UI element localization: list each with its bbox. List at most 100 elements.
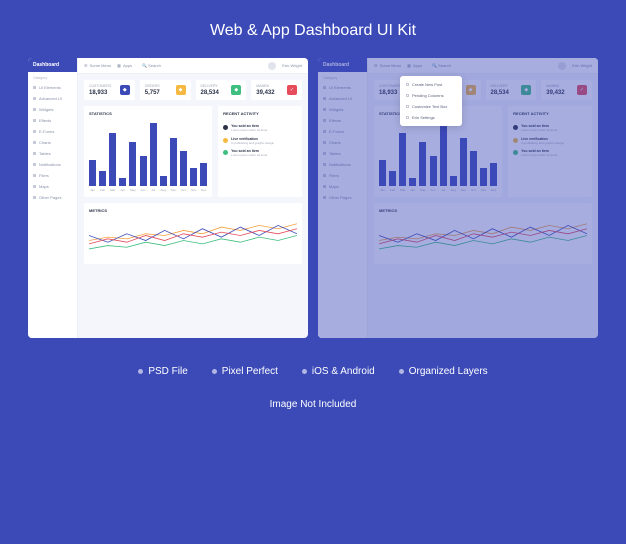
dropdown-item-create-post[interactable]: Create New Post xyxy=(400,79,462,90)
user-avatar[interactable] xyxy=(268,62,276,70)
footnote: Image Not Included xyxy=(270,399,357,410)
sidebar: Dashboard Category UI Elements Advanced … xyxy=(28,58,78,338)
sidebar-item-label: Fliers xyxy=(39,173,49,178)
search-placeholder: Search xyxy=(438,63,451,68)
metric-label: DELIVERY xyxy=(201,84,219,88)
sidebar-item-ui-elements[interactable]: UI Elements xyxy=(28,82,77,93)
dot-icon xyxy=(223,125,228,130)
user-name: Erin Wright xyxy=(572,63,592,68)
feature-label: Pixel Perfect xyxy=(222,366,278,377)
metric-label: ORDERS xyxy=(145,84,160,88)
activity-title: RECENT ACTIVITY xyxy=(223,111,297,116)
dropdown-item-settings[interactable]: Erin Settings xyxy=(400,112,462,123)
feature-psd: PSD File xyxy=(138,366,187,377)
truck-icon: ◆ xyxy=(521,85,531,95)
square-icon xyxy=(33,152,36,155)
sidebar-item-advanced-ui[interactable]: Advanced UI xyxy=(318,93,367,104)
metric-mambu[interactable]: MAMBU39,432✓ xyxy=(541,80,592,100)
activity-item-sub: Lorem ipsum dolor sit amet xyxy=(521,154,557,158)
sidebar-item-maps[interactable]: Maps xyxy=(318,181,367,192)
sidebar-item-eforms[interactable]: E-Forms xyxy=(28,126,77,137)
user-icon: ◆ xyxy=(120,85,130,95)
sidebar-item-other-pages[interactable]: Other Pages xyxy=(28,192,77,203)
tab-some-menu[interactable]: ☰ Some Menu xyxy=(84,63,111,68)
dot-icon xyxy=(223,138,228,143)
sidebar-item-label: UI Elements xyxy=(329,85,351,90)
activity-item[interactable]: You sold an itemLorem ipsum dolor sit am… xyxy=(223,124,297,133)
search-input[interactable]: 🔍 Search xyxy=(432,63,552,68)
activity-item[interactable]: You sold an itemLorem ipsum dolor sit am… xyxy=(223,149,297,158)
tab-apps[interactable]: ▦ Apps xyxy=(407,63,422,68)
dropdown-menu: Create New Post Pending Columns Customiz… xyxy=(400,76,462,126)
sidebar-item-tables[interactable]: Tables xyxy=(318,148,367,159)
sidebar-item-widgets[interactable]: Widgets xyxy=(318,104,367,115)
metrics-chart-title: METRICS xyxy=(89,208,297,213)
activity-item[interactable]: You sold an itemLorem ipsum dolor sit am… xyxy=(513,124,587,133)
square-icon xyxy=(323,152,326,155)
truck-icon: ◆ xyxy=(231,85,241,95)
metric-delivery[interactable]: DELIVERY28,534◆ xyxy=(486,80,537,100)
sidebar-item-notifications[interactable]: Notifications xyxy=(318,159,367,170)
sidebar-item-effects[interactable]: Effects xyxy=(28,115,77,126)
sidebar-item-eforms[interactable]: E-Forms xyxy=(318,126,367,137)
activity-card: RECENT ACTIVITY You sold an itemLorem ip… xyxy=(508,106,592,197)
statistics-card: STATISTICS JanFebMarAprMayJunJulAugSepOc… xyxy=(84,106,212,197)
square-icon xyxy=(323,86,326,89)
sidebar-item-maps[interactable]: Maps xyxy=(28,181,77,192)
sidebar-item-label: Tables xyxy=(39,151,51,156)
sidebar-item-label: Other Pages xyxy=(39,195,61,200)
sidebar-item-ui-elements[interactable]: UI Elements xyxy=(318,82,367,93)
sidebar-item-effects[interactable]: Effects xyxy=(318,115,367,126)
line-chart xyxy=(89,217,297,259)
sidebar-item-fliers[interactable]: Fliers xyxy=(318,170,367,181)
user-avatar[interactable] xyxy=(558,62,566,70)
activity-item[interactable]: Live verificationIn publishing and graph… xyxy=(223,137,297,146)
activity-item[interactable]: You sold an itemLorem ipsum dolor sit am… xyxy=(513,149,587,158)
bullet-icon xyxy=(302,369,307,374)
feature-label: PSD File xyxy=(148,366,187,377)
dropdown-item-customize-text[interactable]: Customize Text Box xyxy=(400,101,462,112)
metric-orders[interactable]: ORDERS5,757◆ xyxy=(140,80,191,100)
sidebar-item-tables[interactable]: Tables xyxy=(28,148,77,159)
metric-delivery[interactable]: DELIVERY 28,534 ◆ xyxy=(196,80,247,100)
tab-apps[interactable]: ▦ Apps xyxy=(117,63,132,68)
square-icon xyxy=(323,174,326,177)
activity-item-title: Live verification xyxy=(521,137,564,141)
sidebar-item-label: E-Forms xyxy=(329,129,344,134)
square-icon xyxy=(33,97,36,100)
sidebar-item-other-pages[interactable]: Other Pages xyxy=(318,192,367,203)
activity-item[interactable]: Live verificationIn publishing and graph… xyxy=(513,137,587,146)
sidebar-item-widgets[interactable]: Widgets xyxy=(28,104,77,115)
square-icon xyxy=(33,108,36,111)
feature-label: Organized Layers xyxy=(409,366,488,377)
square-icon xyxy=(33,130,36,133)
dropdown-item-pending-columns[interactable]: Pending Columns xyxy=(400,90,462,101)
sidebar-item-notifications[interactable]: Notifications xyxy=(28,159,77,170)
metric-value: 18,933 xyxy=(89,90,111,96)
sidebar-item-label: Effects xyxy=(39,118,51,123)
sidebar-item-label: Maps xyxy=(39,184,49,189)
tab-label: Some Menu xyxy=(90,63,112,68)
sidebar-item-charts[interactable]: Charts xyxy=(318,137,367,148)
square-icon xyxy=(33,185,36,188)
tab-some-menu[interactable]: ☰ Some Menu xyxy=(374,63,401,68)
sidebar-item-charts[interactable]: Charts xyxy=(28,137,77,148)
bar-chart: JanFebMarAprMayJunJulAugSepOctNovDec xyxy=(379,120,497,192)
metrics-chart-title: METRICS xyxy=(379,208,587,213)
metric-mambu[interactable]: MAMBU39,432✓ xyxy=(251,80,302,100)
statistics-title: STATISTICS xyxy=(89,111,207,116)
dot-icon xyxy=(513,150,518,155)
metric-value: 5,757 xyxy=(145,90,160,96)
metric-value: 39,432 xyxy=(256,90,274,96)
search-input[interactable]: 🔍 Search xyxy=(142,63,262,68)
topbar: ☰ Some Menu ▦ Apps 🔍 Search Erin Wright xyxy=(368,58,598,74)
metrics-row: CUSTOMERS18,933◆ ORDERS5,757◆ DELIVERY28… xyxy=(84,80,302,100)
features-row: PSD File Pixel Perfect iOS & Android Org… xyxy=(138,366,487,377)
activity-title: RECENT ACTIVITY xyxy=(513,111,587,116)
sidebar-item-advanced-ui[interactable]: Advanced UI xyxy=(28,93,77,104)
metric-value: 28,534 xyxy=(201,90,219,96)
metric-customers[interactable]: CUSTOMERS18,933◆ xyxy=(84,80,135,100)
sidebar-item-fliers[interactable]: Fliers xyxy=(28,170,77,181)
check-icon: ✓ xyxy=(287,85,297,95)
square-icon xyxy=(406,116,409,119)
